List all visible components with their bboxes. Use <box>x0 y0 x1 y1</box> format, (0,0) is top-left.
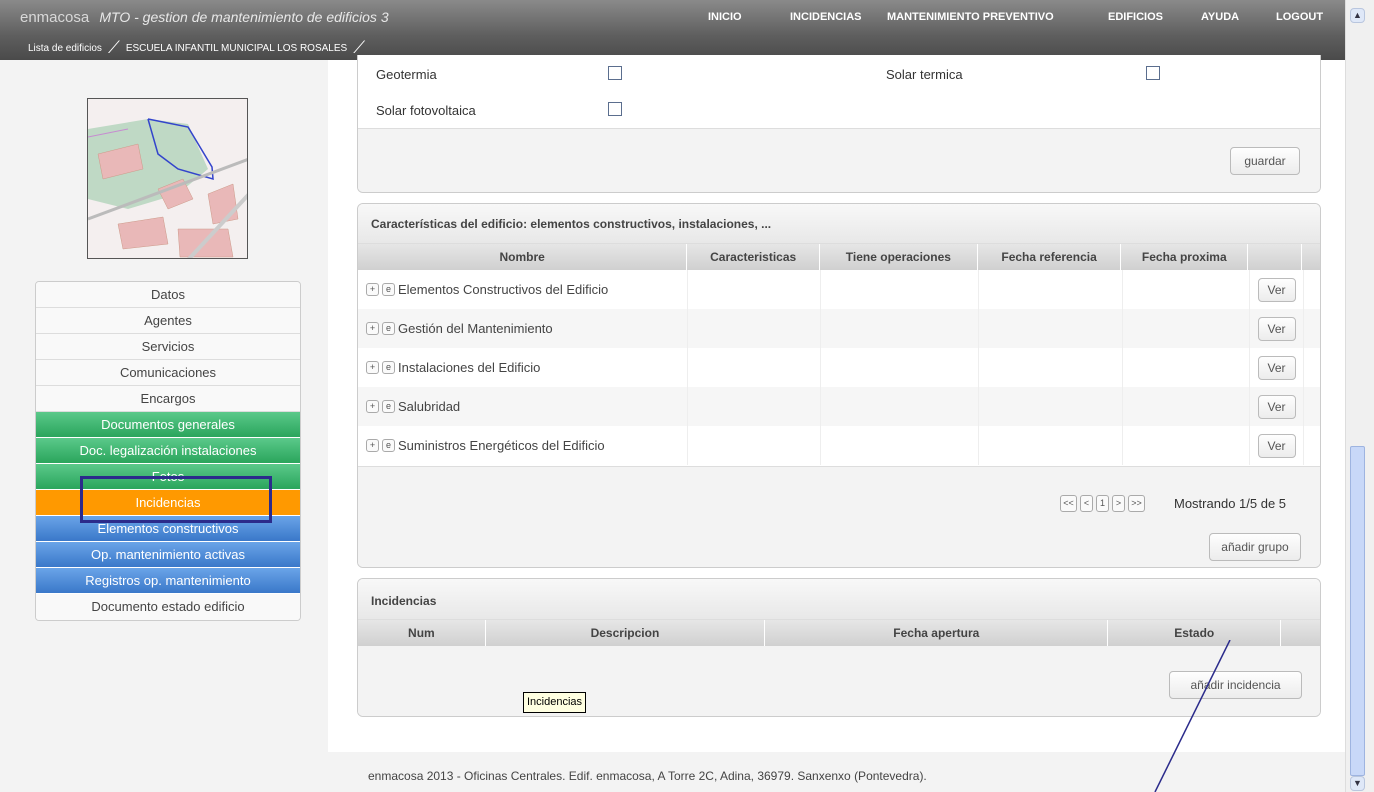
nav-edificios[interactable]: EDIFICIOS <box>1108 11 1163 23</box>
top-nav: INICIO INCIDENCIAS MANTENIMIENTO PREVENT… <box>0 11 1345 27</box>
caracteristicas-title: Características del edificio: elementos … <box>358 204 1320 244</box>
edit-icon[interactable]: e <box>382 283 395 296</box>
pager-last-button[interactable]: >> <box>1128 495 1145 512</box>
breadcrumb-current-building[interactable]: ESCUELA INFANTIL MUNICIPAL LOS ROSALES <box>126 43 347 54</box>
pager-status: Mostrando 1/5 de 5 <box>1174 496 1287 511</box>
table-row: + e Gestión del Mantenimiento Ver <box>358 309 1320 348</box>
expand-icon[interactable]: + <box>366 283 379 296</box>
edit-icon[interactable]: e <box>382 439 395 452</box>
expand-icon[interactable]: + <box>366 361 379 374</box>
expand-icon[interactable]: + <box>366 322 379 335</box>
caracteristicas-panel: Características del edificio: elementos … <box>357 203 1321 568</box>
caracteristicas-grid-header: Nombre Caracteristicas Tiene operaciones… <box>358 244 1320 270</box>
sidebar-item-elementos-constructivos[interactable]: Elementos constructivos <box>36 516 300 542</box>
pager-next-button[interactable]: > <box>1112 495 1125 512</box>
table-row: + e Salubridad Ver <box>358 387 1320 426</box>
row-name: Instalaciones del Edificio <box>398 360 541 375</box>
nav-logout[interactable]: LOGOUT <box>1276 11 1323 23</box>
ver-button[interactable]: Ver <box>1257 433 1296 458</box>
annotation-line <box>1154 640 1231 792</box>
table-row: + e Suministros Energéticos del Edificio… <box>358 426 1320 465</box>
save-button[interactable]: guardar <box>1230 147 1300 175</box>
building-map-thumbnail[interactable] <box>87 98 248 259</box>
row-name: Gestión del Mantenimiento <box>398 321 553 336</box>
ver-button[interactable]: Ver <box>1257 277 1296 302</box>
energy-panel-footer: guardar <box>358 128 1320 192</box>
column-header-fecha-referencia[interactable]: Fecha referencia <box>978 244 1122 270</box>
breadcrumb-separator: ⟋ <box>107 38 120 57</box>
sidebar-item-agentes[interactable]: Agentes <box>36 308 300 334</box>
nav-incidencias[interactable]: INCIDENCIAS <box>790 11 862 23</box>
scrollbar-thumb[interactable] <box>1350 446 1365 776</box>
field-label-geotermia: Geotermia <box>376 67 437 82</box>
column-header-fecha-proxima[interactable]: Fecha proxima <box>1121 244 1249 270</box>
row-name: Elementos Constructivos del Edificio <box>398 282 609 297</box>
app-header: enmacosa MTO - gestion de mantenimiento … <box>0 0 1345 60</box>
row-name: Suministros Energéticos del Edificio <box>398 438 605 453</box>
column-header-descripcion[interactable]: Descripcion <box>486 620 766 646</box>
sidebar-item-doc-legalizacion[interactable]: Doc. legalización instalaciones <box>36 438 300 464</box>
checkbox-solar-fotovoltaica[interactable] <box>608 102 622 116</box>
sidebar-item-documento-estado[interactable]: Documento estado edificio <box>36 594 300 620</box>
nav-inicio[interactable]: INICIO <box>708 11 742 23</box>
pager-prev-button[interactable]: < <box>1080 495 1093 512</box>
breadcrumb-buildings-list[interactable]: Lista de edificios <box>28 43 102 54</box>
table-row: + e Elementos Constructivos del Edificio… <box>358 270 1320 309</box>
column-header-spacer <box>1281 620 1320 646</box>
table-row: + e Instalaciones del Edificio Ver <box>358 348 1320 387</box>
caracteristicas-panel-footer: << < 1 > >> Mostrando 1/5 de 5 añadir gr… <box>358 466 1320 567</box>
sidebar-item-incidencias[interactable]: Incidencias <box>36 490 300 516</box>
expand-icon[interactable]: + <box>366 400 379 413</box>
ver-button[interactable]: Ver <box>1257 316 1296 341</box>
checkbox-geotermia[interactable] <box>608 66 622 80</box>
sidebar-item-servicios[interactable]: Servicios <box>36 334 300 360</box>
edit-icon[interactable]: e <box>382 400 395 413</box>
breadcrumb: Lista de edificios ⟋ ESCUELA INFANTIL MU… <box>28 39 371 57</box>
sidebar-item-encargos[interactable]: Encargos <box>36 386 300 412</box>
column-header-spacer <box>1302 244 1320 270</box>
ver-button[interactable]: Ver <box>1257 394 1296 419</box>
incidencias-title: Incidencias <box>358 579 1320 620</box>
scroll-down-button[interactable]: ▼ <box>1350 776 1365 791</box>
pager: << < 1 > >> <box>1060 495 1160 512</box>
column-header-caracteristicas[interactable]: Caracteristicas <box>687 244 821 270</box>
breadcrumb-separator: ⟋ <box>353 38 366 57</box>
sidebar-item-op-mantenimiento-activas[interactable]: Op. mantenimiento activas <box>36 542 300 568</box>
edit-icon[interactable]: e <box>382 361 395 374</box>
edit-icon[interactable]: e <box>382 322 395 335</box>
caracteristicas-grid-body: + e Elementos Constructivos del Edificio… <box>358 270 1320 465</box>
sidebar-item-datos[interactable]: Datos <box>36 282 300 308</box>
nav-mantenimiento-preventivo[interactable]: MANTENIMIENTO PREVENTIVO <box>887 11 1054 23</box>
expand-icon[interactable]: + <box>366 439 379 452</box>
sidebar-menu: Datos Agentes Servicios Comunicaciones E… <box>35 281 301 621</box>
sidebar-item-documentos-generales[interactable]: Documentos generales <box>36 412 300 438</box>
nav-ayuda[interactable]: AYUDA <box>1201 11 1239 23</box>
energy-panel: Geotermia Solar termica Solar fotovoltai… <box>357 55 1321 193</box>
pager-first-button[interactable]: << <box>1060 495 1077 512</box>
column-header-fecha-apertura[interactable]: Fecha apertura <box>765 620 1109 646</box>
tooltip: Incidencias <box>523 692 587 713</box>
column-header-tiene-operaciones[interactable]: Tiene operaciones <box>820 244 978 270</box>
field-label-solar-fotovoltaica: Solar fotovoltaica <box>376 103 476 118</box>
sidebar-item-fotos[interactable]: Fotos <box>36 464 300 490</box>
page-scrollbar[interactable]: ▲ ▼ <box>1345 0 1374 792</box>
add-group-button[interactable]: añadir grupo <box>1209 533 1301 561</box>
scroll-up-button[interactable]: ▲ <box>1350 8 1365 23</box>
sidebar-item-registros-op-mantenimiento[interactable]: Registros op. mantenimiento <box>36 568 300 594</box>
column-header-num[interactable]: Num <box>358 620 486 646</box>
sidebar-item-comunicaciones[interactable]: Comunicaciones <box>36 360 300 386</box>
page-footer: enmacosa 2013 - Oficinas Centrales. Edif… <box>368 769 927 783</box>
pager-page-1[interactable]: 1 <box>1096 495 1109 512</box>
row-name: Salubridad <box>398 399 461 414</box>
checkbox-solar-termica[interactable] <box>1146 66 1160 80</box>
column-header-nombre[interactable]: Nombre <box>358 244 688 270</box>
ver-button[interactable]: Ver <box>1257 355 1296 380</box>
field-label-solar-termica: Solar termica <box>886 67 963 82</box>
column-header-actions <box>1248 244 1303 270</box>
